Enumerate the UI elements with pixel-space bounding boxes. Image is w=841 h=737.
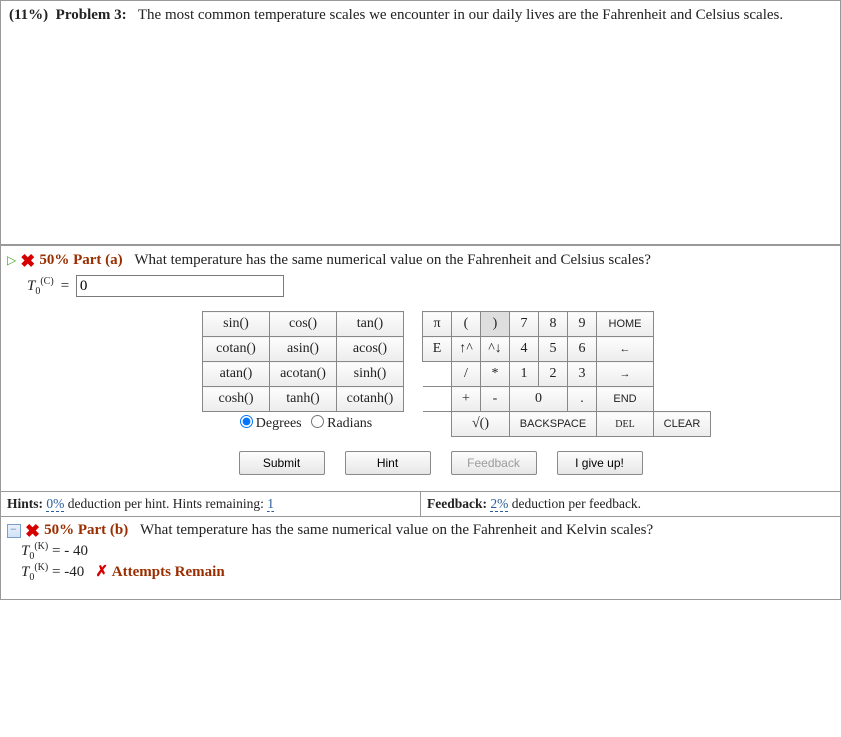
key-6[interactable]: 6 xyxy=(568,337,597,362)
key-7[interactable]: 7 xyxy=(510,312,539,337)
hints-bar: Hints: 0% deduction per hint. Hints rema… xyxy=(1,491,840,516)
part-b-question: What temperature has the same numerical … xyxy=(140,522,653,539)
key-dot[interactable]: . xyxy=(568,387,597,412)
key-sinh[interactable]: sinh() xyxy=(337,362,404,387)
key-cotanh[interactable]: cotanh() xyxy=(337,387,404,412)
var-sub: 0 xyxy=(35,286,40,297)
x-icon: ✗ xyxy=(95,564,108,580)
degrees-radio[interactable] xyxy=(240,415,253,428)
hint-button[interactable]: Hint xyxy=(345,451,431,475)
key-sqrt[interactable]: √() xyxy=(452,412,510,437)
function-keypad: sin() cos() tan() cotan() asin() acos() … xyxy=(202,311,404,412)
collapse-icon[interactable] xyxy=(7,524,21,538)
key-lparen[interactable]: ( xyxy=(452,312,481,337)
key-acotan[interactable]: acotan() xyxy=(270,362,337,387)
key-tanh[interactable]: tanh() xyxy=(270,387,337,412)
part-b: ✖ 50% Part (b) What temperature has the … xyxy=(1,516,840,599)
hints-pct[interactable]: 0% xyxy=(46,496,64,512)
attempts-remain: Attempts Remain xyxy=(112,564,225,580)
key-9[interactable]: 9 xyxy=(568,312,597,337)
key-left[interactable]: ← xyxy=(597,337,654,362)
part-a: ▷ ✖ 50% Part (a) What temperature has th… xyxy=(1,245,840,491)
key-2[interactable]: 2 xyxy=(539,362,568,387)
key-asin[interactable]: asin() xyxy=(270,337,337,362)
angle-mode: Degrees Radians xyxy=(202,412,404,435)
key-backspace[interactable]: BACKSPACE xyxy=(510,412,597,437)
key-clear[interactable]: CLEAR xyxy=(654,412,711,437)
key-0[interactable]: 0 xyxy=(510,387,568,412)
key-sin[interactable]: sin() xyxy=(203,312,270,337)
action-row: Submit Hint Feedback I give up! xyxy=(47,451,834,475)
problem-weight: (11%) xyxy=(9,7,48,23)
hints-label: Hints: xyxy=(7,496,43,511)
key-8[interactable]: 8 xyxy=(539,312,568,337)
key-5[interactable]: 5 xyxy=(539,337,568,362)
key-cotan[interactable]: cotan() xyxy=(203,337,270,362)
hints-mid: deduction per hint. Hints remaining: xyxy=(68,496,264,511)
key-right[interactable]: → xyxy=(597,362,654,387)
key-rparen[interactable]: ) xyxy=(481,312,510,337)
hints-remaining[interactable]: 1 xyxy=(267,496,274,512)
key-cosh[interactable]: cosh() xyxy=(203,387,270,412)
key-down[interactable]: ^↓ xyxy=(481,337,510,362)
expand-icon[interactable]: ▷ xyxy=(7,253,16,268)
key-4[interactable]: 4 xyxy=(510,337,539,362)
key-acos[interactable]: acos() xyxy=(337,337,404,362)
key-up[interactable]: ↑^ xyxy=(452,337,481,362)
part-a-label: 50% Part (a) xyxy=(39,252,122,269)
answer-equation: T0(C) = xyxy=(7,275,834,297)
key-3[interactable]: 3 xyxy=(568,362,597,387)
degrees-option[interactable]: Degrees xyxy=(234,416,302,431)
key-minus[interactable]: - xyxy=(481,387,510,412)
wrong-icon: ✖ xyxy=(20,254,35,268)
key-del[interactable]: DEL xyxy=(597,412,654,437)
key-E[interactable]: E xyxy=(423,337,452,362)
giveup-button[interactable]: I give up! xyxy=(557,451,643,475)
key-plus[interactable]: + xyxy=(452,387,481,412)
submit-button[interactable]: Submit xyxy=(239,451,325,475)
key-home[interactable]: HOME xyxy=(597,312,654,337)
feedback-label: Feedback: xyxy=(427,496,487,511)
feedback-pct[interactable]: 2% xyxy=(490,496,508,512)
key-end[interactable]: END xyxy=(597,387,654,412)
key-tan[interactable]: tan() xyxy=(337,312,404,337)
feedback-suffix: deduction per feedback. xyxy=(512,496,641,511)
key-atan[interactable]: atan() xyxy=(203,362,270,387)
feedback-button: Feedback xyxy=(451,451,537,475)
problem-header: (11%) Problem 3: The most common tempera… xyxy=(1,1,840,245)
key-slash[interactable]: / xyxy=(452,362,481,387)
numeric-keypad: π ( ) 7 8 9 HOME E ↑^ ^↓ 4 5 6 xyxy=(422,311,711,437)
part-b-label: 50% Part (b) xyxy=(44,522,128,539)
key-1[interactable]: 1 xyxy=(510,362,539,387)
equals-sign: = xyxy=(60,278,70,295)
radians-radio[interactable] xyxy=(311,415,324,428)
part-b-line1: T0(K) = - 40 xyxy=(7,541,834,562)
wrong-icon: ✖ xyxy=(25,524,40,538)
part-a-question: What temperature has the same numerical … xyxy=(134,252,650,269)
problem-statement: The most common temperature scales we en… xyxy=(138,7,783,23)
var-sup: (C) xyxy=(40,276,53,287)
key-pi[interactable]: π xyxy=(423,312,452,337)
key-cos[interactable]: cos() xyxy=(270,312,337,337)
problem-label: Problem 3: xyxy=(56,7,127,23)
answer-input[interactable] xyxy=(76,275,284,297)
key-star[interactable]: * xyxy=(481,362,510,387)
radians-option[interactable]: Radians xyxy=(305,416,372,431)
part-b-line2: T0(K) = -40 ✗ Attempts Remain xyxy=(7,562,834,583)
